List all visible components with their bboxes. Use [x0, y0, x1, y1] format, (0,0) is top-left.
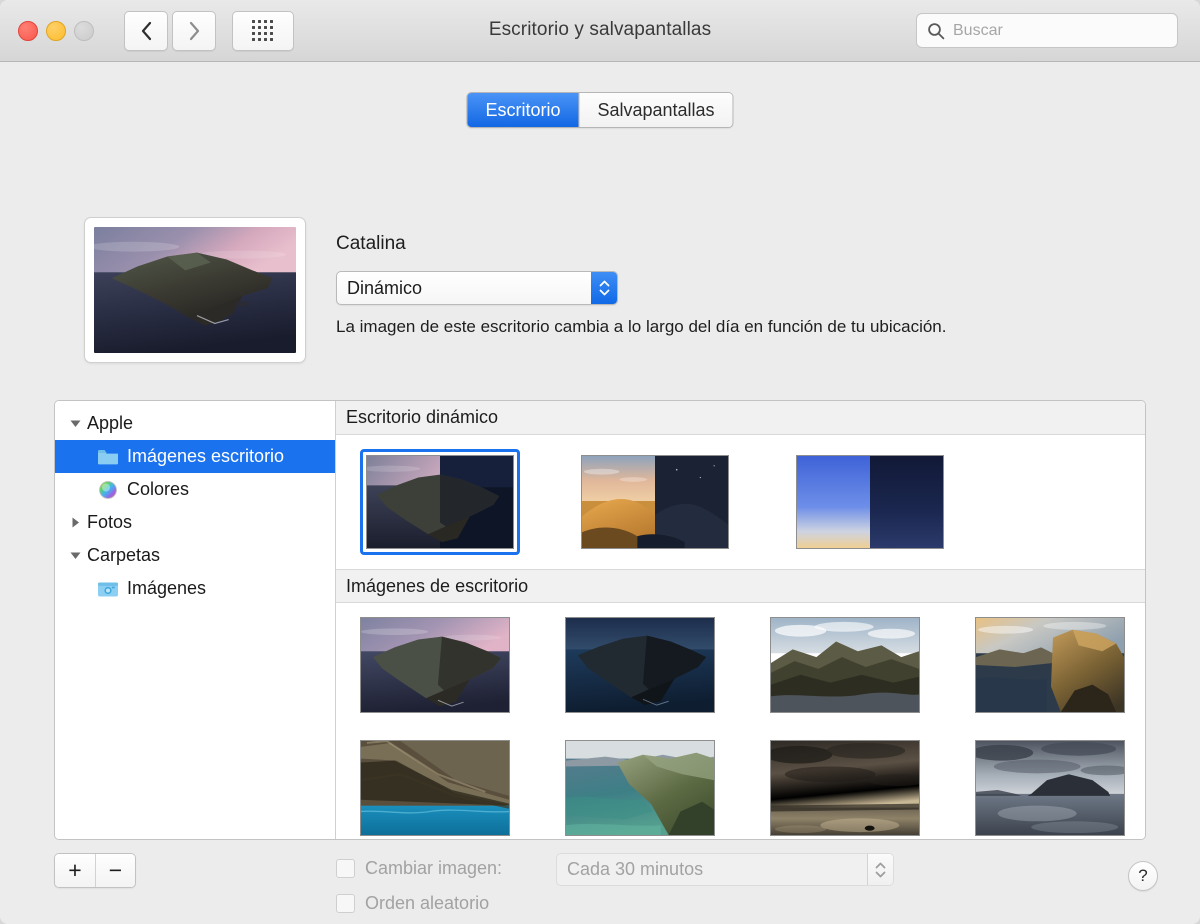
- wallpaper-item-storm[interactable]: [770, 740, 920, 836]
- wallpaper-item-coast[interactable]: [565, 740, 715, 836]
- wp-rock-art: [361, 741, 509, 835]
- wallpaper-item-rock[interactable]: [360, 740, 510, 836]
- source-sidebar: Apple Imágenes escritorio: [55, 401, 336, 839]
- sidebar-item-carpetas[interactable]: Carpetas: [55, 539, 335, 572]
- sidebar-item-label: Fotos: [87, 512, 132, 533]
- wp-mountain-art: [771, 618, 919, 712]
- change-image-label: Cambiar imagen:: [365, 858, 502, 879]
- sidebar-item-label: Colores: [127, 479, 189, 500]
- color-wheel-icon: [97, 480, 119, 500]
- random-order-checkbox[interactable]: [336, 894, 355, 913]
- wallpaper-item-catalina-dynamic[interactable]: [360, 449, 520, 555]
- folder-icon: [97, 447, 119, 467]
- change-image-row[interactable]: Cambiar imagen:: [336, 858, 502, 879]
- wallpaper-grid[interactable]: Escritorio dinámico: [336, 401, 1145, 839]
- wp-catalina-night-art: [566, 618, 714, 712]
- sidebar-item-label: Imágenes escritorio: [127, 446, 284, 467]
- sidebar-item-apple[interactable]: Apple: [55, 407, 335, 440]
- wallpaper-item-mojave-dynamic[interactable]: [575, 449, 735, 555]
- add-folder-button[interactable]: +: [55, 854, 95, 887]
- change-interval-popup[interactable]: Cada 30 minutos: [556, 853, 894, 886]
- chevron-up-icon: [599, 280, 610, 287]
- interval-stepper-icon[interactable]: [867, 854, 893, 885]
- section-header-dynamic: Escritorio dinámico: [336, 401, 1145, 435]
- wallpaper-item-catalina-day[interactable]: [360, 617, 510, 713]
- wallpaper-browser-panel: Apple Imágenes escritorio: [54, 400, 1146, 840]
- popup-stepper-icon[interactable]: [591, 272, 617, 304]
- search-field[interactable]: Buscar: [916, 13, 1178, 48]
- chevron-down-icon: [875, 871, 886, 878]
- help-button[interactable]: ?: [1128, 861, 1158, 891]
- sidebar-item-colores[interactable]: Colores: [55, 473, 335, 506]
- sidebar-item-fotos[interactable]: Fotos: [55, 506, 335, 539]
- sidebar-item-imagenes[interactable]: Imágenes: [55, 572, 335, 605]
- wp-island-art: [976, 741, 1124, 835]
- remove-folder-button[interactable]: −: [95, 854, 135, 887]
- chevron-down-icon: [599, 289, 610, 296]
- dynamic-desktop-row: [336, 435, 1145, 569]
- disclosure-right-icon[interactable]: [67, 517, 83, 528]
- thumbnail: [366, 455, 514, 549]
- add-remove-folder-buttons: + −: [54, 853, 136, 888]
- preferences-content: Escritorio Salvapantallas: [0, 62, 1200, 924]
- disclosure-down-icon[interactable]: [67, 551, 83, 560]
- wp-cliff-art: [976, 618, 1124, 712]
- tab-escritorio[interactable]: Escritorio: [467, 93, 578, 127]
- search-icon: [927, 22, 945, 40]
- wallpaper-item-solar-gradients[interactable]: [790, 449, 950, 555]
- disclosure-down-icon[interactable]: [67, 419, 83, 428]
- desktop-pictures-grid: [336, 603, 1145, 836]
- wallpaper-description: La imagen de este escritorio cambia a lo…: [336, 317, 947, 337]
- catalina-wallpaper-art: [94, 227, 296, 353]
- wallpaper-mode-value: Dinámico: [337, 278, 591, 299]
- pictures-folder-icon: [97, 579, 119, 599]
- wallpaper-item-catalina-night[interactable]: [565, 617, 715, 713]
- sidebar-item-label: Carpetas: [87, 545, 160, 566]
- preview-image: [94, 227, 296, 353]
- random-order-label: Orden aleatorio: [365, 893, 489, 914]
- wp-catalina-day-art: [361, 618, 509, 712]
- change-interval-value: Cada 30 minutos: [557, 859, 867, 880]
- wallpaper-item-mountain[interactable]: [770, 617, 920, 713]
- sidebar-item-imagenes-escritorio[interactable]: Imágenes escritorio: [55, 440, 335, 473]
- wp-storm-art: [771, 741, 919, 835]
- system-preferences-window: Escritorio y salvapantallas Buscar Escri…: [0, 0, 1200, 924]
- tab-salvapantallas[interactable]: Salvapantallas: [578, 93, 732, 127]
- section-header-pictures: Imágenes de escritorio: [336, 569, 1145, 603]
- dyn-catalina-art: [367, 456, 513, 548]
- sidebar-item-label: Apple: [87, 413, 133, 434]
- thumbnail: [581, 455, 729, 549]
- window-titlebar: Escritorio y salvapantallas Buscar: [0, 0, 1200, 62]
- wallpaper-name: Catalina: [336, 233, 406, 255]
- dyn-mojave-art: [582, 456, 728, 548]
- sidebar-item-label: Imágenes: [127, 578, 206, 599]
- wallpaper-item-cliff[interactable]: [975, 617, 1125, 713]
- wp-coast-art: [566, 741, 714, 835]
- tab-bar: Escritorio Salvapantallas: [466, 92, 733, 128]
- change-image-checkbox[interactable]: [336, 859, 355, 878]
- wallpaper-mode-popup[interactable]: Dinámico: [336, 271, 618, 305]
- wallpaper-item-island[interactable]: [975, 740, 1125, 836]
- thumbnail: [796, 455, 944, 549]
- chevron-up-icon: [875, 862, 886, 869]
- dyn-solar-art: [797, 456, 943, 548]
- desktop-preview[interactable]: [84, 217, 306, 363]
- random-order-row[interactable]: Orden aleatorio: [336, 893, 489, 914]
- search-placeholder: Buscar: [953, 22, 1003, 40]
